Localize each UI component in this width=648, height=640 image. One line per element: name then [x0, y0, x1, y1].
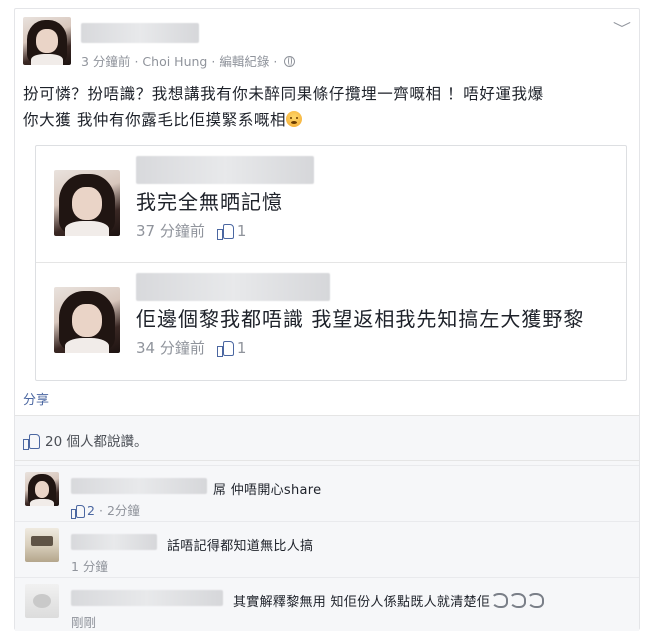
comment-text: 話唔記得都知道無比人搞 [167, 539, 314, 554]
author-avatar[interactable] [23, 17, 71, 65]
shared-comment-meta: 34 分鐘前 1 [136, 339, 247, 357]
thumbs-up-icon [216, 341, 234, 357]
commenter-avatar[interactable] [25, 584, 59, 618]
commenter-avatar[interactable] [25, 472, 59, 506]
swirl-emoji-icon [491, 593, 509, 608]
commenter-name-redacted[interactable] [71, 478, 207, 494]
commenter-name-redacted[interactable] [71, 590, 223, 606]
comment-item: 其實解釋黎無用 知佢份人係點既人就清楚佢 剛剛 [15, 577, 639, 633]
shared-screenshot: 我完全無晒記憶 37 分鐘前 1 佢邊個黎我都唔識 我望返相我先知搞左大獲野黎 3… [35, 145, 627, 381]
likes-summary-bar: 20 個人都說讚。 [15, 415, 639, 461]
comment-meta: 剛剛 [71, 615, 97, 630]
shared-comment-meta: 37 分鐘前 1 [136, 222, 247, 240]
thumbs-up-icon [216, 224, 234, 240]
thumbs-up-icon [23, 434, 40, 450]
swirl-emoji-icon [509, 593, 527, 608]
smiley-emoji-icon [286, 111, 303, 127]
likes-summary[interactable]: 20 個人都說讚。 [23, 430, 147, 450]
comment-list: 屌 仲唔開心share 2 · 2分鐘 話唔記得都知道無比人搞 1 分鐘 其實解釋黎… [15, 461, 639, 631]
share-link[interactable]: 分享 [23, 389, 49, 408]
post-header: 3 分鐘前 · Choi Hung · 編輯紀錄 · ﹀ [23, 17, 633, 73]
commenter-avatar [54, 170, 120, 236]
edit-history-link[interactable]: 編輯紀錄 [219, 54, 269, 69]
thumbs-up-icon[interactable] [71, 505, 85, 519]
chevron-down-icon[interactable]: ﹀ [613, 19, 631, 39]
commenter-avatar[interactable] [25, 528, 59, 562]
author-name-redacted[interactable] [81, 23, 199, 43]
comment-text: 其實解釋黎無用 知佢份人係點既人就清楚佢 [233, 591, 545, 610]
shared-comment: 我完全無晒記憶 37 分鐘前 1 [36, 146, 626, 258]
post-author-tag[interactable]: Choi Hung [142, 54, 207, 69]
comment-meta: 2 · 2分鐘 [71, 500, 140, 519]
post-card: 3 分鐘前 · Choi Hung · 編輯紀錄 · ﹀ 扮可憐？扮唔識？我想講我有你未醉… [14, 8, 640, 631]
commenter-name-redacted[interactable] [71, 534, 157, 550]
swirl-emoji-icon [527, 593, 545, 608]
commenter-name-redacted [136, 156, 314, 184]
shared-comment-text: 佢邊個黎我都唔識 我望返相我先知搞左大獲野黎 [136, 307, 585, 331]
globe-icon[interactable] [284, 56, 296, 67]
comment-text: 屌 仲唔開心share [213, 483, 322, 498]
comment-item: 屌 仲唔開心share 2 · 2分鐘 [15, 465, 639, 521]
commenter-name-redacted [136, 273, 330, 301]
shared-comment: 佢邊個黎我都唔識 我望返相我先知搞左大獲野黎 34 分鐘前 1 [36, 262, 626, 374]
post-text: 扮可憐？扮唔識？我想講我有你未醉同果條仔攬埋一齊嘅相 ！唔好運我爆 你大獲 我仲… [23, 81, 635, 133]
commenter-avatar [54, 287, 120, 353]
shared-comment-text: 我完全無晒記憶 [136, 190, 283, 214]
comment-meta: 1 分鐘 [71, 559, 108, 574]
post-time[interactable]: 3 分鐘前 [81, 54, 130, 69]
post-meta: 3 分鐘前 · Choi Hung · 編輯紀錄 · [81, 51, 296, 70]
post-text-line-2: 你大獲 我仲有你露毛比佢摸緊系嘅相 [23, 107, 635, 133]
post-text-line-1: 扮可憐？扮唔識？我想講我有你未醉同果條仔攬埋一齊嘅相 ！唔好運我爆 [23, 85, 544, 103]
comment-item: 話唔記得都知道無比人搞 1 分鐘 [15, 521, 639, 577]
